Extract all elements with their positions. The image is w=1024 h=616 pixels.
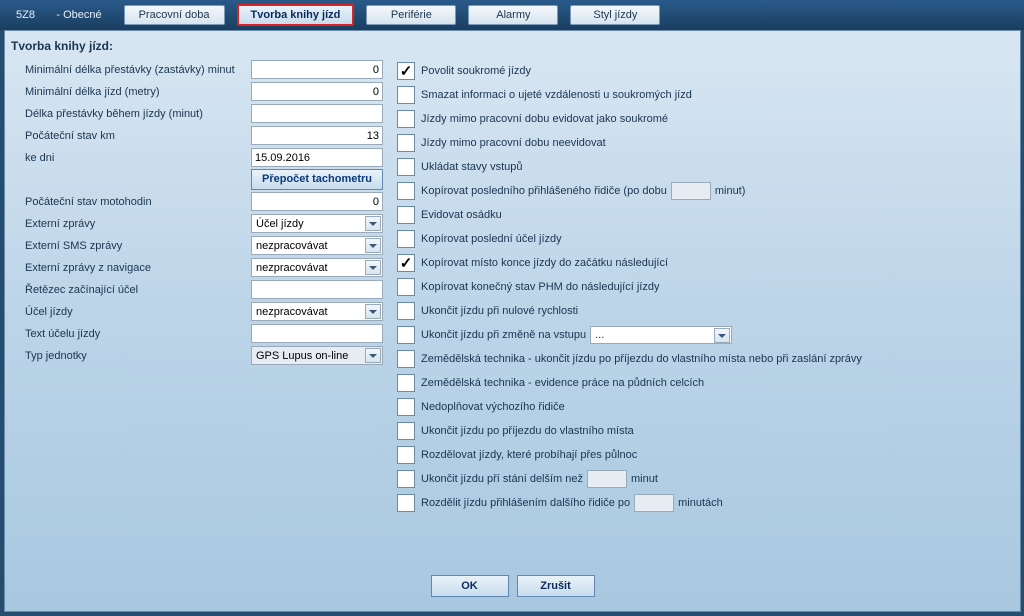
rozdelit-minuty-input[interactable] bbox=[634, 494, 674, 512]
cb-label: Evidovat osádku bbox=[421, 209, 502, 221]
cb-rozdelit-ridice[interactable] bbox=[397, 494, 415, 512]
typ-jednotky-select[interactable]: GPS Lupus on-line bbox=[251, 346, 383, 365]
right-column: Povolit soukromé jízdy Smazat informaci … bbox=[397, 59, 1014, 515]
start-moto-label: Počáteční stav motohodin bbox=[11, 196, 251, 208]
cb-nedoplnovat-ridice[interactable] bbox=[397, 398, 415, 416]
cb-ukoncit-nulova[interactable] bbox=[397, 302, 415, 320]
vstup-select[interactable]: ... bbox=[590, 326, 732, 344]
start-moto-input[interactable] bbox=[251, 192, 383, 211]
ke-dni-input[interactable] bbox=[251, 148, 383, 167]
cb-label: Ukončit jízdu po příjezdu do vlastního m… bbox=[421, 425, 634, 437]
chevron-down-icon bbox=[365, 348, 381, 363]
vehicle-tab[interactable]: 5Z8 - Obecné bbox=[6, 5, 112, 25]
ext-nav-label: Externí zprávy z navigace bbox=[11, 262, 251, 274]
cb-label: Rozdělovat jízdy, které probíhají přes p… bbox=[421, 449, 637, 461]
cb-label: Ukládat stavy vstupů bbox=[421, 161, 523, 173]
left-column: Minimální délka přestávky (zastávky) min… bbox=[11, 59, 383, 515]
cb-povolit-soukrome[interactable] bbox=[397, 62, 415, 80]
start-km-input[interactable] bbox=[251, 126, 383, 145]
cb-kopirovat-phm[interactable] bbox=[397, 278, 415, 296]
cb-label: Jízdy mimo pracovní dobu neevidovat bbox=[421, 137, 606, 149]
cb-mimo-neevidovat[interactable] bbox=[397, 134, 415, 152]
chevron-down-icon bbox=[365, 216, 381, 231]
main-panel: Tvorba knihy jízd: Minimální délka přest… bbox=[4, 30, 1021, 612]
break-during-label: Délka přestávky během jízdy (minut) bbox=[11, 108, 251, 120]
ext-sms-label: Externí SMS zprávy bbox=[11, 240, 251, 252]
ext-sms-select[interactable]: nezpracovávat bbox=[251, 236, 383, 255]
cb-label: Ukončit jízdu pří stání delším nežminut bbox=[421, 470, 658, 488]
cb-zemedelska-ukoncit[interactable] bbox=[397, 350, 415, 368]
panel-title: Tvorba knihy jízd: bbox=[5, 31, 1020, 57]
min-trip-label: Minimální délka jízd (metry) bbox=[11, 86, 251, 98]
cb-label: Ukončit jízdu při změně na vstupu... bbox=[421, 326, 732, 344]
chevron-down-icon bbox=[365, 238, 381, 253]
ucel-jizdy-label: Účel jízdy bbox=[11, 306, 251, 318]
cb-label: Smazat informaci o ujeté vzdálenosti u s… bbox=[421, 89, 692, 101]
min-break-label: Minimální délka přestávky (zastávky) min… bbox=[11, 64, 251, 76]
cb-label: Kopírovat místo konce jízdy do začátku n… bbox=[421, 257, 668, 269]
cb-ukoncit-stani[interactable] bbox=[397, 470, 415, 488]
break-during-input[interactable] bbox=[251, 104, 383, 123]
ext-nav-select[interactable]: nezpracovávat bbox=[251, 258, 383, 277]
cb-label: Nedoplňovat výchozího řidiče bbox=[421, 401, 565, 413]
cb-evidovat-osadku[interactable] bbox=[397, 206, 415, 224]
min-trip-input[interactable] bbox=[251, 82, 383, 101]
tab-styl-jizdy[interactable]: Styl jízdy bbox=[570, 5, 660, 25]
ext-zpravy-select[interactable]: Účel jízdy bbox=[251, 214, 383, 233]
text-ucelu-label: Text účelu jízdy bbox=[11, 328, 251, 340]
min-break-input[interactable] bbox=[251, 60, 383, 79]
tab-tvorba-knihy-jizd[interactable]: Tvorba knihy jízd bbox=[237, 4, 355, 26]
tab-alarmy[interactable]: Alarmy bbox=[468, 5, 558, 25]
chevron-down-icon bbox=[714, 328, 730, 343]
ridice-minuty-input[interactable] bbox=[671, 182, 711, 200]
cb-label: Povolit soukromé jízdy bbox=[421, 65, 531, 77]
cb-rozdelovat-pulnoc[interactable] bbox=[397, 446, 415, 464]
chevron-down-icon bbox=[365, 260, 381, 275]
cb-kopirovat-ridice[interactable] bbox=[397, 182, 415, 200]
tab-bar: 5Z8 - Obecné Pracovní doba Tvorba knihy … bbox=[0, 0, 1024, 30]
cb-label: Kopírovat posledního přihlášeného řidiče… bbox=[421, 182, 745, 200]
cb-label: Ukončit jízdu při nulové rychlosti bbox=[421, 305, 578, 317]
cb-label: Kopírovat poslední účel jízdy bbox=[421, 233, 562, 245]
cb-ukoncit-vstup[interactable] bbox=[397, 326, 415, 344]
footer-buttons: OK Zrušit bbox=[5, 575, 1020, 597]
ucel-jizdy-select[interactable]: nezpracovávat bbox=[251, 302, 383, 321]
cb-kopirovat-misto[interactable] bbox=[397, 254, 415, 272]
chevron-down-icon bbox=[365, 304, 381, 319]
cb-kopirovat-ucel[interactable] bbox=[397, 230, 415, 248]
retezec-input[interactable] bbox=[251, 280, 383, 299]
cb-label: Jízdy mimo pracovní dobu evidovat jako s… bbox=[421, 113, 668, 125]
text-ucelu-input[interactable] bbox=[251, 324, 383, 343]
start-km-label: Počáteční stav km bbox=[11, 130, 251, 142]
ok-button[interactable]: OK bbox=[431, 575, 509, 597]
stani-minuty-input[interactable] bbox=[587, 470, 627, 488]
ke-dni-label: ke dni bbox=[11, 152, 251, 164]
cb-smazat-info[interactable] bbox=[397, 86, 415, 104]
cb-label: Zemědělská technika - ukončit jízdu po p… bbox=[421, 353, 862, 365]
cb-label: Rozdělit jízdu přihlášením dalšího řidič… bbox=[421, 494, 723, 512]
cancel-button[interactable]: Zrušit bbox=[517, 575, 595, 597]
ext-zpravy-label: Externí zprávy bbox=[11, 218, 251, 230]
typ-jednotky-label: Typ jednotky bbox=[11, 350, 251, 362]
recalc-tachometer-button[interactable]: Přepočet tachometru bbox=[251, 169, 383, 190]
tab-pracovni-doba[interactable]: Pracovní doba bbox=[124, 5, 225, 25]
retezec-label: Řetězec začínající účel bbox=[11, 284, 251, 296]
cb-ukladat-stavy[interactable] bbox=[397, 158, 415, 176]
cb-zemedelska-evidence[interactable] bbox=[397, 374, 415, 392]
cb-label: Zemědělská technika - evidence práce na … bbox=[421, 377, 704, 389]
cb-ukoncit-vlastni-misto[interactable] bbox=[397, 422, 415, 440]
tab-periferie[interactable]: Periférie bbox=[366, 5, 456, 25]
cb-mimo-soukrome[interactable] bbox=[397, 110, 415, 128]
cb-label: Kopírovat konečný stav PHM do následujíc… bbox=[421, 281, 659, 293]
